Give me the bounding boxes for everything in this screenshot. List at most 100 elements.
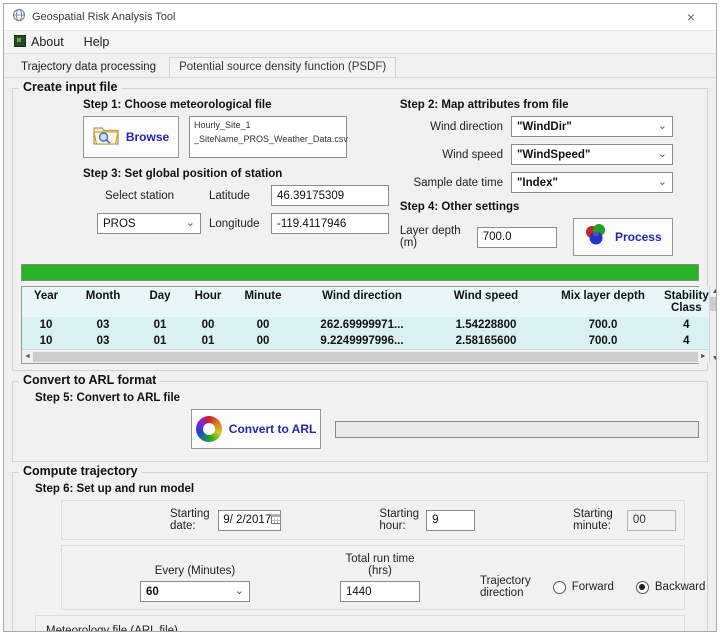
scroll-right-icon[interactable]: ► — [700, 353, 707, 360]
sample-datetime-value: "Index" — [517, 177, 558, 189]
convert-to-arl-label: Convert to ARL — [229, 422, 317, 436]
create-input-group: Create input file Step 1: Choose meteoro… — [12, 88, 708, 371]
menu-bar: About Help — [4, 30, 716, 54]
convert-arl-group: Convert to ARL format Step 5: Convert to… — [12, 381, 708, 462]
arl-file-label: Meteorology file (ARL file) — [46, 625, 676, 632]
cell: 2.58165600 — [430, 333, 542, 349]
menu-about[interactable]: About — [14, 35, 64, 50]
tab-trajectory-data-processing[interactable]: Trajectory data processing — [12, 58, 165, 77]
window-title: Geospatial Risk Analysis Tool — [32, 11, 175, 23]
wind-speed-select[interactable]: "WindSpeed" ⌄ — [511, 144, 673, 165]
backward-radio-label: Backward — [655, 581, 706, 593]
cell: 10 — [22, 333, 70, 349]
compute-trajectory-group-title: Compute trajectory — [19, 464, 142, 478]
met-file-name-line2: _SiteName_PROS_Weather_Data.csv — [194, 133, 342, 147]
col-header[interactable]: Wind speed — [430, 287, 542, 317]
step6-title: Step 6: Set up and run model — [35, 483, 699, 495]
table-horizontal-scrollbar[interactable]: ◄ ► — [22, 349, 709, 363]
every-minutes-label: Every (Minutes) — [140, 565, 250, 577]
total-run-time-label: Total run time (hrs) — [340, 553, 420, 577]
cell: 9.2249997996... — [294, 333, 430, 349]
latitude-label: Latitude — [209, 190, 271, 202]
wind-direction-value: "WindDir" — [517, 121, 572, 133]
create-input-group-title: Create input file — [19, 80, 121, 94]
cell: 01 — [184, 333, 232, 349]
scroll-left-icon[interactable]: ◄ — [24, 353, 31, 360]
close-button[interactable]: × — [674, 4, 708, 30]
folder-search-icon — [93, 124, 119, 150]
every-minutes-select[interactable]: 60 ⌄ — [140, 581, 250, 602]
color-wheel-icon — [196, 416, 222, 442]
title-bar: Geospatial Risk Analysis Tool × — [4, 4, 716, 30]
every-minutes-value: 60 — [146, 586, 159, 598]
total-run-time-input[interactable]: 1440 — [340, 581, 420, 602]
chevron-down-icon: ⌄ — [658, 149, 667, 160]
browse-met-file-button[interactable]: Browse — [83, 116, 179, 158]
longitude-input[interactable]: -119.4117946 — [271, 213, 389, 234]
col-header[interactable]: Month — [70, 287, 136, 317]
cell: 03 — [70, 317, 136, 333]
h-scroll-thumb[interactable] — [33, 352, 698, 362]
app-icon — [12, 8, 26, 27]
cell: 4 — [664, 317, 709, 333]
station-select[interactable]: PROS ⌄ — [97, 213, 201, 234]
process-progress-bar — [21, 264, 699, 281]
layer-depth-input[interactable]: 700.0 — [477, 227, 557, 248]
cell: 262.69999971... — [294, 317, 430, 333]
met-file-panel: Meteorology file (ARL file) C:\HYSPLIT\w… — [35, 615, 685, 632]
scroll-down-icon[interactable]: ▼ — [712, 355, 717, 362]
convert-to-arl-button[interactable]: Convert to ARL — [191, 409, 321, 449]
browse-met-file-label: Browse — [126, 130, 169, 144]
about-icon — [14, 35, 26, 50]
cell: 01 — [136, 317, 184, 333]
wind-speed-label: Wind speed — [442, 149, 503, 161]
table-row[interactable]: 10 03 01 01 00 9.2249997996... 2.5816560… — [22, 333, 709, 349]
convert-progress-bar — [335, 421, 699, 438]
col-header[interactable]: Mix layer depth — [542, 287, 664, 317]
cell: 00 — [232, 333, 294, 349]
compute-trajectory-group: Compute trajectory Step 6: Set up and ru… — [12, 472, 708, 632]
cell: 01 — [136, 333, 184, 349]
step1-title: Step 1: Choose meteorological file — [83, 99, 394, 111]
v-scroll-thumb[interactable] — [710, 297, 717, 311]
tab-psdf[interactable]: Potential source density function (PSDF) — [169, 57, 396, 77]
scroll-up-icon[interactable]: ▲ — [712, 288, 717, 295]
col-header[interactable]: Minute — [232, 287, 294, 317]
starting-hour-input[interactable]: 9 — [426, 510, 475, 531]
col-header[interactable]: Stability Class — [664, 287, 709, 317]
latitude-input[interactable]: 46.39175309 — [271, 185, 389, 206]
col-header[interactable]: Day — [136, 287, 184, 317]
forward-radio-label: Forward — [572, 581, 614, 593]
backward-radio[interactable]: Backward — [636, 581, 706, 594]
menu-help[interactable]: Help — [84, 35, 110, 49]
forward-radio[interactable]: Forward — [553, 581, 614, 594]
layer-depth-label: Layer depth (m) — [400, 225, 469, 249]
chevron-down-icon: ⌄ — [658, 121, 667, 132]
table-row[interactable]: 10 03 01 00 00 262.69999971... 1.5422880… — [22, 317, 709, 333]
starting-date-picker[interactable]: 9/ 2/2017 ▾ — [218, 510, 281, 531]
process-button[interactable]: Process — [573, 218, 673, 256]
col-header[interactable]: Hour — [184, 287, 232, 317]
select-station-label: Select station — [97, 190, 209, 202]
process-progress-fill — [22, 265, 698, 280]
cell: 00 — [232, 317, 294, 333]
col-header[interactable]: Year — [22, 287, 70, 317]
convert-arl-group-title: Convert to ARL format — [19, 373, 160, 387]
process-icon — [584, 223, 608, 252]
table-vertical-scrollbar[interactable]: ▲ ▼ — [709, 287, 717, 363]
cell: 4 — [664, 333, 709, 349]
weather-data-table: Year Month Day Hour Minute Wind directio… — [21, 286, 699, 364]
wind-direction-select[interactable]: "WindDir" ⌄ — [511, 116, 673, 137]
step5-title: Step 5: Convert to ARL file — [35, 392, 699, 404]
calendar-icon — [271, 514, 281, 527]
cell: 700.0 — [542, 333, 664, 349]
sample-datetime-select[interactable]: "Index" ⌄ — [511, 172, 673, 193]
backward-radio-circle — [636, 581, 649, 594]
met-file-name-box[interactable]: Hourly_Site_1 _SiteName_PROS_Weather_Dat… — [189, 116, 347, 158]
col-header[interactable]: Wind direction — [294, 287, 430, 317]
start-time-panel: Starting date: 9/ 2/2017 ▾ Starting hour… — [61, 500, 685, 540]
chevron-down-icon: ⌄ — [658, 177, 667, 188]
table-header-row: Year Month Day Hour Minute Wind directio… — [22, 287, 709, 317]
chevron-down-icon: ⌄ — [186, 218, 195, 229]
starting-minute-input[interactable]: 00 — [627, 510, 676, 531]
